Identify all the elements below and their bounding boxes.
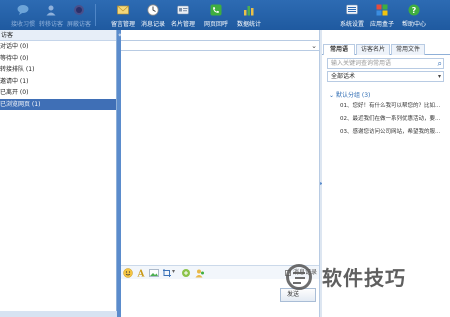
- visitor-panel-footer: [0, 311, 117, 317]
- toolbar-label: 应用盒子: [369, 21, 394, 28]
- tab-common-files[interactable]: 常用文件: [391, 44, 425, 55]
- toolbar-button-block[interactable]: 屏蔽访客: [66, 0, 92, 30]
- toolbar-label: 网页回呼: [203, 21, 228, 28]
- image-icon[interactable]: [149, 268, 159, 278]
- visitor-group-queue[interactable]: 转接排队 (1): [0, 64, 116, 76]
- phrase-search-placeholder: 输入关键词查询常用语: [331, 60, 392, 67]
- toolbar-button-stats[interactable]: 数据统计: [236, 0, 262, 30]
- toolbar-label: 系统设置: [339, 21, 364, 28]
- toolbar-button-apps[interactable]: 应用盒子: [369, 0, 395, 30]
- main-toolbar: 接收习惯 转移访客 屏蔽访客 留言管理 消息记录 名片管理 网页回呼 数据统计 …: [0, 0, 450, 30]
- watermark-text: 软件技巧: [322, 266, 406, 290]
- toolbar-button-callback[interactable]: 网页回呼: [203, 0, 229, 30]
- toolbar-label: 屏蔽访客: [66, 21, 91, 28]
- chat-header-bar: ⌄: [121, 40, 319, 51]
- message-area: [121, 51, 319, 291]
- bar-chart-icon: [244, 6, 254, 16]
- help-icon: ?: [408, 4, 420, 16]
- toolbar-label: 留言管理: [110, 21, 135, 28]
- chevron-down-icon: ⌄: [329, 92, 335, 99]
- chevron-down-icon[interactable]: ▾: [172, 268, 175, 275]
- visitor-group-chatting[interactable]: 对话中 (0): [0, 41, 116, 53]
- watermark-logo-icon: [286, 264, 312, 290]
- phrase-group[interactable]: ⌄ 默认分组 (3): [329, 90, 370, 99]
- svg-text:?: ?: [412, 6, 417, 15]
- toolbar-button-cards[interactable]: 名片管理: [170, 0, 196, 30]
- send-label: 发送: [287, 291, 300, 298]
- card-icon: [177, 5, 189, 15]
- visitor-group-waiting[interactable]: 等待中 (0): [0, 53, 116, 65]
- toolbar-label: 帮助中心: [401, 21, 426, 28]
- visitor-panel-header: 访客: [0, 30, 116, 41]
- bubble-icon: [17, 5, 29, 15]
- toolbar-label: 数据统计: [236, 21, 261, 28]
- toolbar-label: 名片管理: [170, 21, 195, 28]
- person-icon: [46, 5, 56, 16]
- visitor-group-inviting[interactable]: 邀请中 (1): [0, 76, 116, 88]
- toolbar-label: 消息记录: [140, 21, 165, 28]
- visitor-group-browsed[interactable]: 已浏览网页 (1): [0, 98, 116, 110]
- phrase-category-value: 全部话术: [331, 73, 356, 80]
- phrase-search-input[interactable]: 输入关键词查询常用语 ⌕: [327, 58, 444, 69]
- chevron-down-icon: ▾: [437, 73, 441, 80]
- visitor-panel: 访客 对话中 (0) 等待中 (0) 转接排队 (1) 邀请中 (1) 已离开 …: [0, 30, 117, 317]
- user-card-icon[interactable]: [195, 268, 205, 278]
- grid-icon: [376, 4, 388, 16]
- emoji-icon[interactable]: [123, 268, 133, 278]
- phrase-category-select[interactable]: 全部话术 ▾: [327, 71, 444, 82]
- clock-icon: [147, 4, 159, 16]
- screenshot-icon[interactable]: [162, 268, 172, 278]
- phrase-group-label: 默认分组 (3): [335, 92, 371, 99]
- toolbar-button-receive[interactable]: 接收习惯: [10, 0, 36, 30]
- toolbar-button-history[interactable]: 消息记录: [140, 0, 166, 30]
- phrase-item[interactable]: 03、感谢您访问公司网站，希望我的服...: [340, 127, 448, 135]
- settings-icon: [346, 4, 358, 15]
- phrase-item[interactable]: 02、最近我们在做一系列优惠活动，要...: [340, 114, 448, 122]
- phone-icon: [210, 4, 222, 16]
- file-icon[interactable]: [181, 268, 191, 278]
- chevron-down-icon[interactable]: ⌄: [311, 41, 317, 51]
- phrases-tabs: 常用语 访客名片 常用文件: [322, 44, 450, 55]
- send-button[interactable]: 发送: [280, 288, 316, 302]
- envelope-icon: [117, 5, 129, 15]
- toolbar-divider: [95, 4, 96, 26]
- toolbar-button-transfer[interactable]: 转移访客: [38, 0, 64, 30]
- tab-visitor-card[interactable]: 访客名片: [356, 44, 390, 55]
- toolbar-button-messages[interactable]: 留言管理: [110, 0, 136, 30]
- toolbar-button-help[interactable]: ? 帮助中心: [401, 0, 427, 30]
- tab-common-phrases[interactable]: 常用语: [323, 44, 355, 55]
- search-icon[interactable]: ⌕: [438, 59, 442, 68]
- font-icon[interactable]: A: [136, 268, 146, 279]
- block-icon: [74, 5, 84, 15]
- toolbar-button-settings[interactable]: 系统设置: [339, 0, 365, 30]
- visitor-group-left[interactable]: 已离开 (0): [0, 87, 116, 99]
- svg-text:A: A: [137, 270, 146, 279]
- phrase-item[interactable]: 01、您好！有什么我可以帮您的？比如...: [340, 101, 448, 109]
